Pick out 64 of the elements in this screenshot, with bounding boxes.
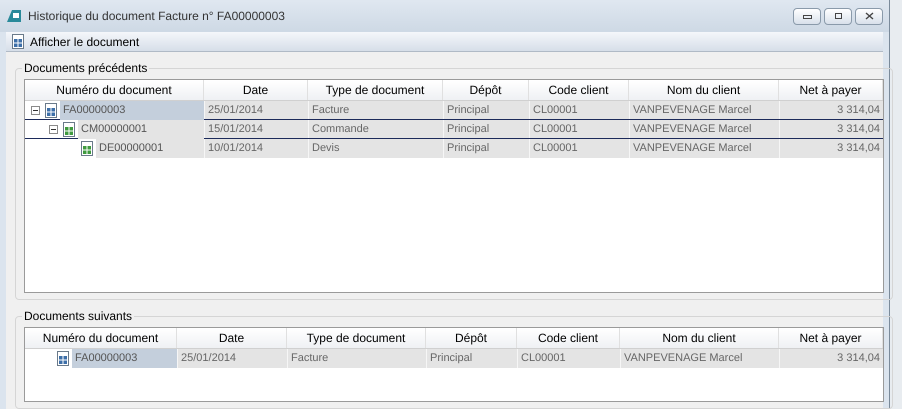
table-cell: CL00001 <box>529 139 629 158</box>
table-cell: VANPEVENAGE Marcel <box>629 139 779 158</box>
column-header[interactable]: Type de document <box>287 328 426 348</box>
table-cell: Principal <box>443 139 529 158</box>
table-cell: 10/01/2014 <box>204 139 308 158</box>
table-cell: CL00001 <box>517 349 620 368</box>
table-cell: 15/01/2014 <box>204 120 308 138</box>
table-cell: 25/01/2014 <box>204 101 308 119</box>
column-header[interactable]: Code client <box>529 80 629 100</box>
group-title: Documents suivants <box>22 309 134 323</box>
table-row[interactable]: FA00000003 25/01/2014 Facture Principal CL00001 VANPEVENAGE Marcel 3 314,04 <box>25 101 883 120</box>
table-cell: Principal <box>443 101 529 119</box>
table-cell: CM00000001 <box>78 120 204 138</box>
table-cell: 3 314,04 <box>779 139 883 158</box>
document-icon <box>12 34 24 49</box>
document-icon <box>45 102 57 118</box>
column-header[interactable]: Nom du client <box>629 80 779 100</box>
table-cell: Devis <box>308 139 443 158</box>
app-icon <box>6 9 22 23</box>
column-header[interactable]: Numéro du document <box>25 80 204 100</box>
table-cell: Facture <box>287 349 426 368</box>
table-cell: VANPEVENAGE Marcel <box>629 120 779 138</box>
column-header[interactable]: Date <box>177 328 287 348</box>
table-cell: Commande <box>308 120 443 138</box>
column-header[interactable]: Type de document <box>308 80 443 100</box>
show-document-button[interactable]: Afficher le document <box>6 32 146 50</box>
table-row[interactable]: FA00000003 25/01/2014 Facture Principal CL00001 VANPEVENAGE Marcel 3 314,04 <box>25 349 883 368</box>
collapse-icon[interactable] <box>31 106 40 114</box>
table-cell: 3 314,04 <box>779 101 883 119</box>
table-cell: CL00001 <box>529 101 629 119</box>
close-button[interactable] <box>855 8 883 24</box>
table-cell: FA00000003 <box>60 100 204 120</box>
minimize-icon <box>802 12 812 20</box>
table-cell: DE00000001 <box>96 139 204 158</box>
close-icon <box>864 12 874 20</box>
table-cell: Facture <box>308 101 443 119</box>
table-cell: 3 314,04 <box>779 349 883 368</box>
table-cell: CL00001 <box>529 120 629 138</box>
column-header[interactable]: Nom du client <box>620 328 779 348</box>
table-row[interactable]: CM00000001 15/01/2014 Commande Principal CL00001 VANPEVENAGE Marcel 3 314,04 <box>25 120 883 139</box>
table-cell: 3 314,04 <box>779 120 883 138</box>
maximize-icon <box>834 12 842 20</box>
column-header[interactable]: Date <box>204 80 308 100</box>
column-header[interactable]: Net à payer <box>779 80 883 100</box>
table-cell: Principal <box>443 120 529 138</box>
column-header[interactable]: Net à payer <box>779 328 883 348</box>
column-header[interactable]: Numéro du document <box>25 328 177 348</box>
table-row[interactable]: DE00000001 10/01/2014 Devis Principal CL00001 VANPEVENAGE Marcel 3 314,04 <box>25 139 883 158</box>
column-header[interactable]: Dépôt <box>426 328 517 348</box>
minimize-button[interactable] <box>793 8 821 24</box>
document-icon <box>81 141 93 156</box>
document-icon <box>63 122 75 136</box>
column-header[interactable]: Dépôt <box>443 80 529 100</box>
collapse-icon[interactable] <box>49 124 58 134</box>
window-title: Historique du document Facture n° FA00000003 <box>28 8 286 25</box>
table-cell: 25/01/2014 <box>177 349 287 368</box>
column-header[interactable]: Code client <box>517 328 620 348</box>
maximize-button[interactable] <box>824 8 852 24</box>
table-cell: FA00000003 <box>72 349 177 368</box>
table-cell: VANPEVENAGE Marcel <box>629 101 779 119</box>
document-icon <box>57 351 69 366</box>
table-cell: Principal <box>426 349 517 368</box>
group-title: Documents précédents <box>22 61 150 75</box>
table-cell: VANPEVENAGE Marcel <box>620 349 779 368</box>
